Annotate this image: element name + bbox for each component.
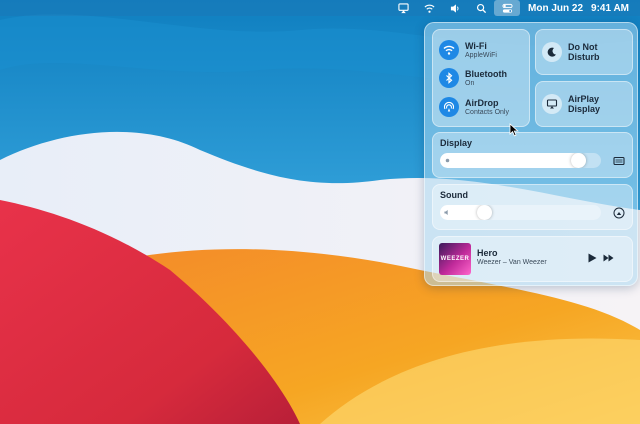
do-not-disturb-tile[interactable]: Do Not Disturb — [535, 29, 633, 75]
track-artist: Weezer – Van Weezer — [477, 259, 547, 266]
sound-label: Sound — [440, 190, 468, 200]
airdrop-toggle[interactable]: AirDrop Contacts Only — [439, 97, 509, 117]
wifi-icon[interactable] — [416, 0, 442, 16]
control-center-panel: Wi-Fi AppleWiFi Bluetooth On AirDrop Con… — [424, 22, 638, 286]
sun-icon — [445, 158, 450, 163]
wifi-toggle[interactable]: Wi-Fi AppleWiFi — [439, 40, 497, 60]
brightness-slider-fill — [440, 153, 586, 168]
dnd-title-line2: Disturb — [568, 52, 600, 62]
speaker-icon — [444, 209, 448, 216]
bluetooth-title: Bluetooth — [465, 68, 507, 79]
brightness-slider-knob[interactable] — [571, 153, 586, 168]
airplay-icon[interactable] — [390, 0, 416, 16]
volume-slider[interactable] — [440, 205, 601, 220]
airplay-title-line2: Display — [568, 104, 601, 114]
airplay-title-line1: AirPlay — [568, 94, 600, 104]
moon-icon — [542, 42, 562, 62]
display-label: Display — [440, 138, 473, 148]
display-tile: Display — [432, 132, 633, 178]
album-art-text: WEEZER — [440, 256, 470, 262]
airdrop-title: AirDrop — [465, 97, 499, 108]
bluetooth-icon — [439, 68, 459, 88]
play-icon[interactable] — [586, 252, 598, 264]
search-icon[interactable] — [468, 0, 494, 16]
menubar-date: Mon Jun 22 — [528, 2, 584, 14]
wifi-icon — [439, 40, 459, 60]
airplay-display-tile[interactable]: AirPlay Display — [535, 81, 633, 127]
mouse-cursor-icon — [509, 123, 519, 137]
control-center-icon[interactable] — [494, 0, 520, 16]
bluetooth-subtitle: On — [465, 79, 475, 87]
volume-slider-knob[interactable] — [477, 205, 492, 220]
menu-bar: Mon Jun 22 9:41 AM — [0, 0, 640, 16]
bluetooth-toggle[interactable]: Bluetooth On — [439, 68, 507, 88]
menubar-time: 9:41 AM — [591, 2, 629, 14]
dnd-title-line1: Do Not — [568, 42, 598, 52]
brightness-slider[interactable] — [440, 153, 601, 168]
audio-output-icon[interactable] — [613, 207, 625, 219]
sound-tile: Sound — [432, 184, 633, 230]
menubar-clock[interactable]: Mon Jun 22 9:41 AM — [526, 3, 640, 14]
wifi-subtitle: AppleWiFi — [465, 51, 497, 59]
network-tile: Wi-Fi AppleWiFi Bluetooth On AirDrop Con… — [432, 29, 530, 127]
track-title: Hero — [477, 248, 498, 258]
fast-forward-icon[interactable] — [603, 252, 615, 264]
airdrop-icon — [439, 97, 459, 117]
display-settings-icon[interactable] — [613, 155, 625, 167]
album-art[interactable]: WEEZER — [439, 243, 471, 275]
airdrop-subtitle: Contacts Only — [465, 108, 509, 116]
wifi-title: Wi-Fi — [465, 40, 487, 51]
volume-icon[interactable] — [442, 0, 468, 16]
screen-mirroring-icon — [542, 94, 562, 114]
now-playing-tile: WEEZER Hero Weezer – Van Weezer — [432, 236, 633, 282]
